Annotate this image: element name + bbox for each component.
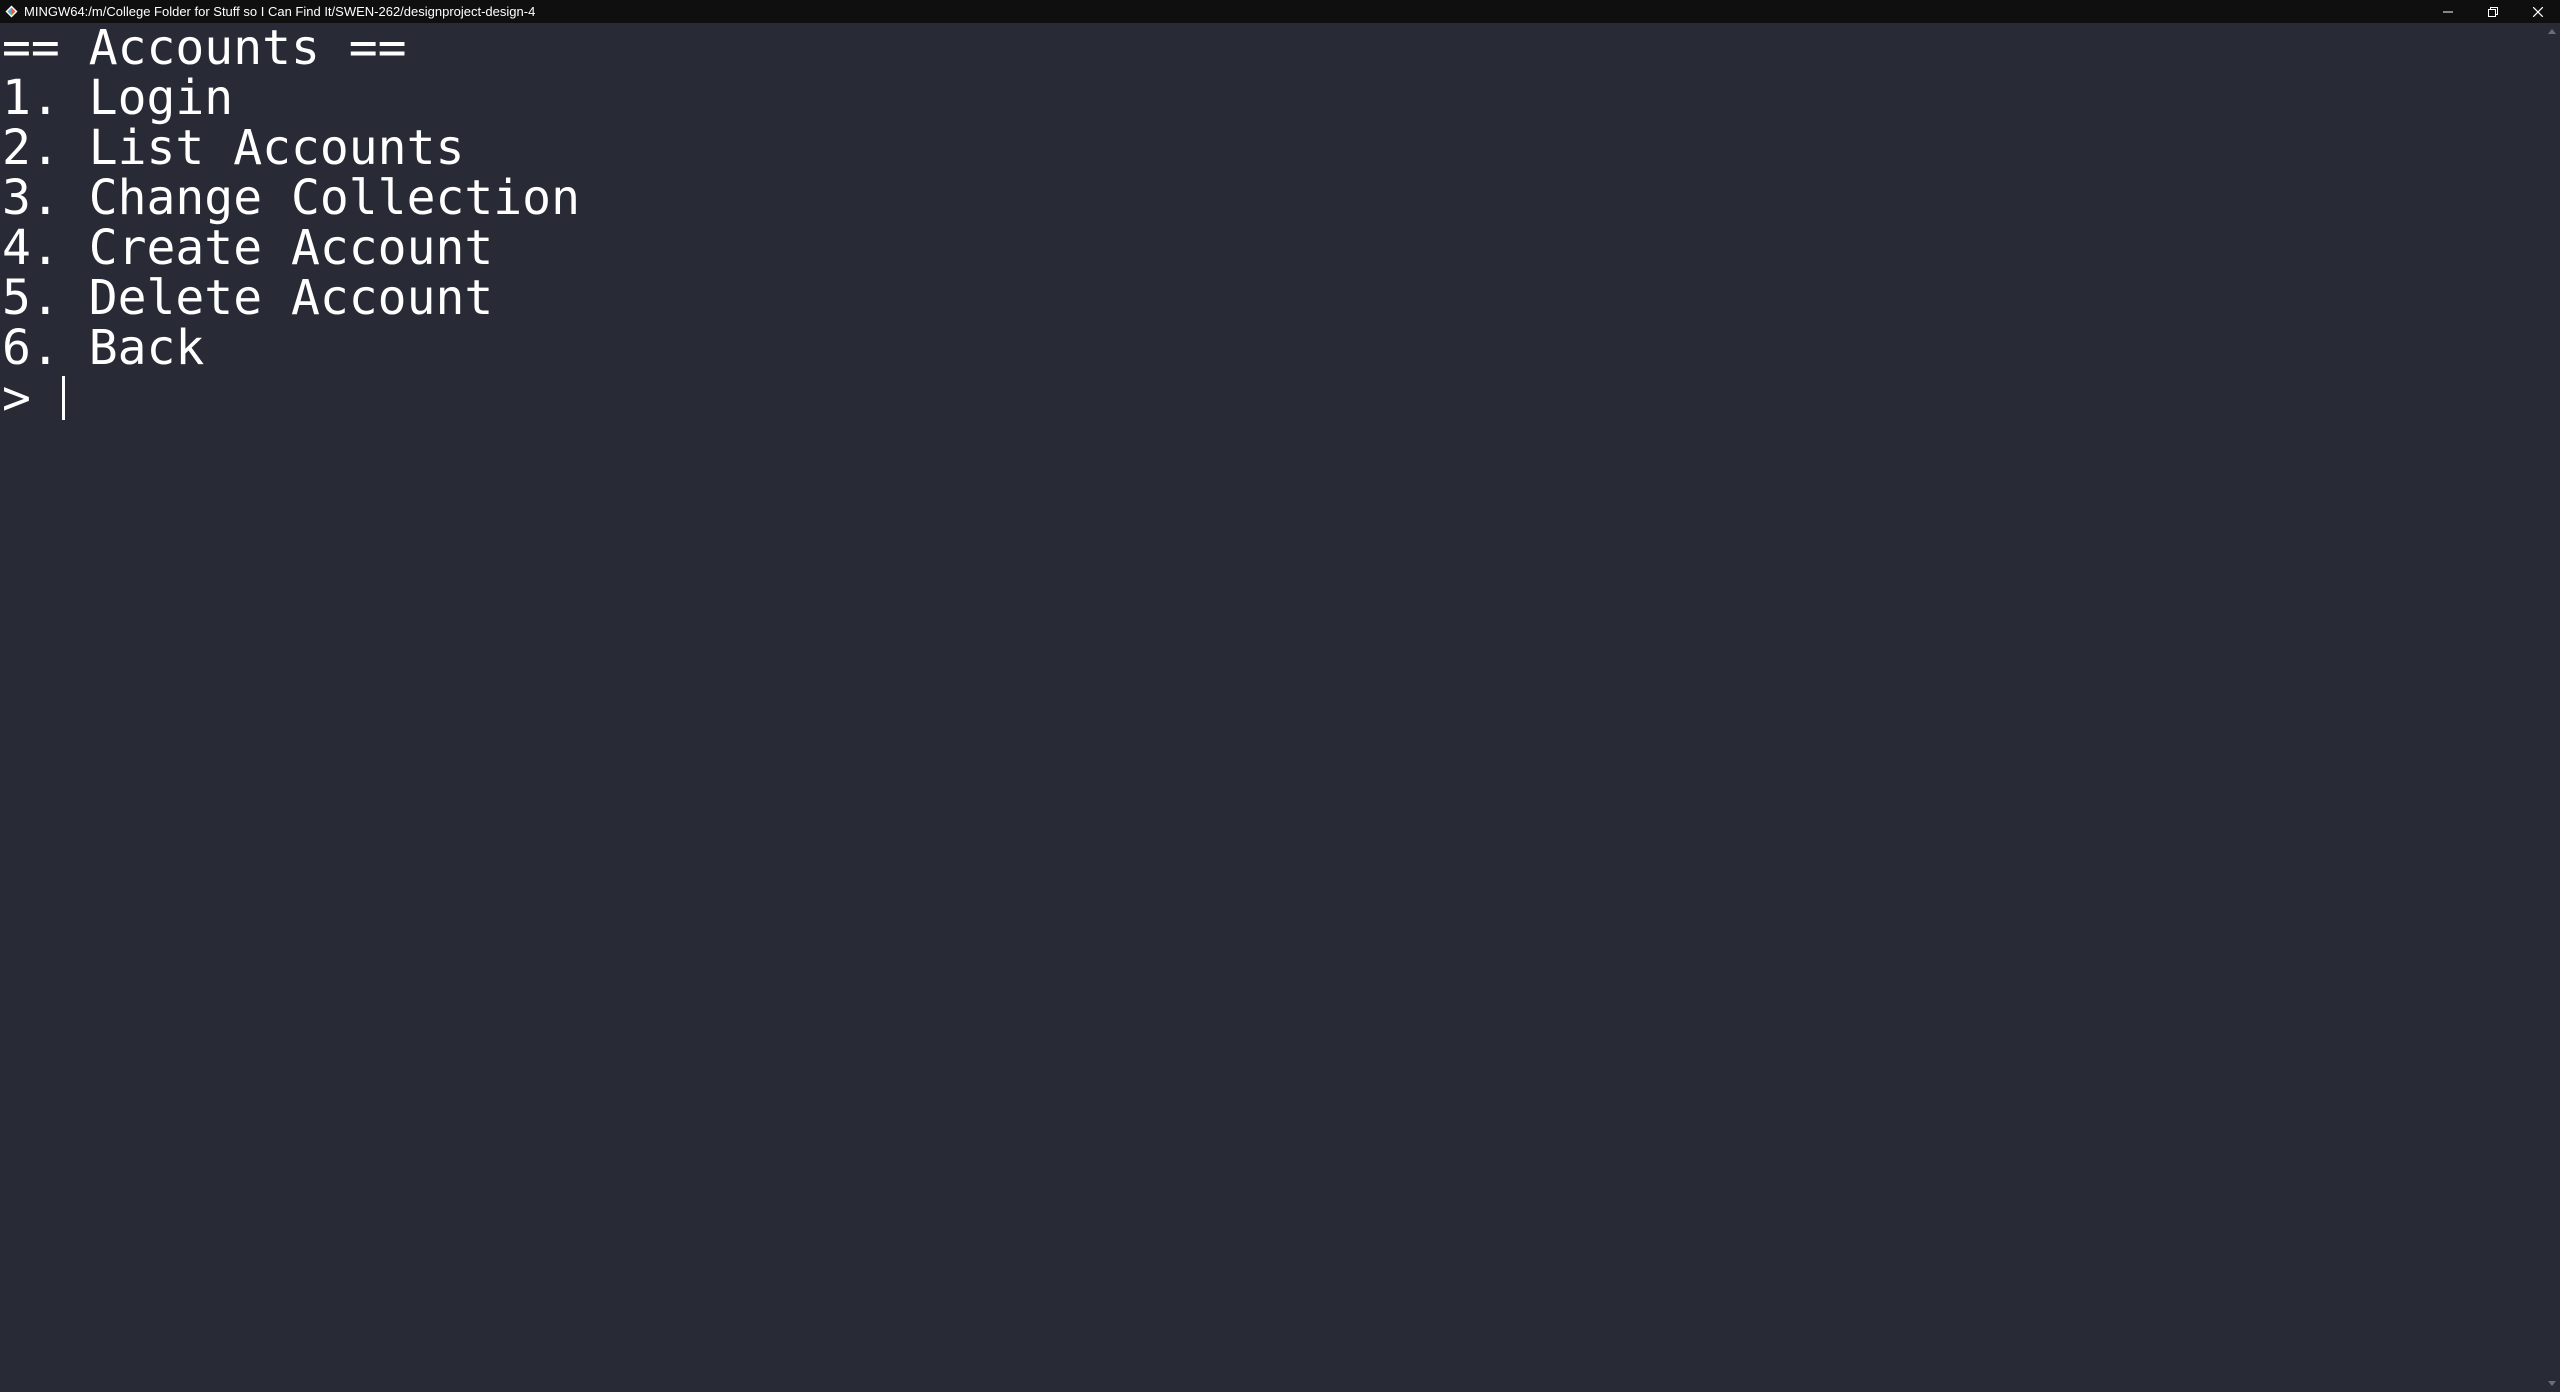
close-icon [2532,6,2543,17]
menu-heading: == Accounts == [2,20,407,76]
scroll-up-arrow-icon[interactable] [2548,29,2556,34]
close-button[interactable] [2515,0,2560,23]
menu-item-list-accounts: 2. List Accounts [2,120,465,176]
text-cursor [61,376,65,420]
prompt-symbol: > [2,370,60,426]
scrollbar[interactable] [2544,23,2560,1392]
menu-item-back: 6. Back [2,320,205,376]
scroll-down-arrow-icon[interactable] [2548,1381,2556,1386]
menu-item-delete-account: 5. Delete Account [2,270,494,326]
terminal-output[interactable]: == Accounts == 1. Login 2. List Accounts… [0,23,2544,1392]
minimize-button[interactable] [2425,0,2470,23]
menu-item-change-collection: 3. Change Collection [2,170,580,226]
git-bash-icon [3,4,19,20]
menu-item-login: 1. Login [2,70,234,126]
window-controls [2425,0,2560,23]
restore-icon [2487,6,2498,17]
restore-button[interactable] [2470,0,2515,23]
command-prompt[interactable]: > [2,373,2544,423]
terminal-window: MINGW64:/m/College Folder for Stuff so I… [0,0,2560,1392]
minimize-icon [2442,11,2453,12]
menu-item-create-account: 4. Create Account [2,220,494,276]
